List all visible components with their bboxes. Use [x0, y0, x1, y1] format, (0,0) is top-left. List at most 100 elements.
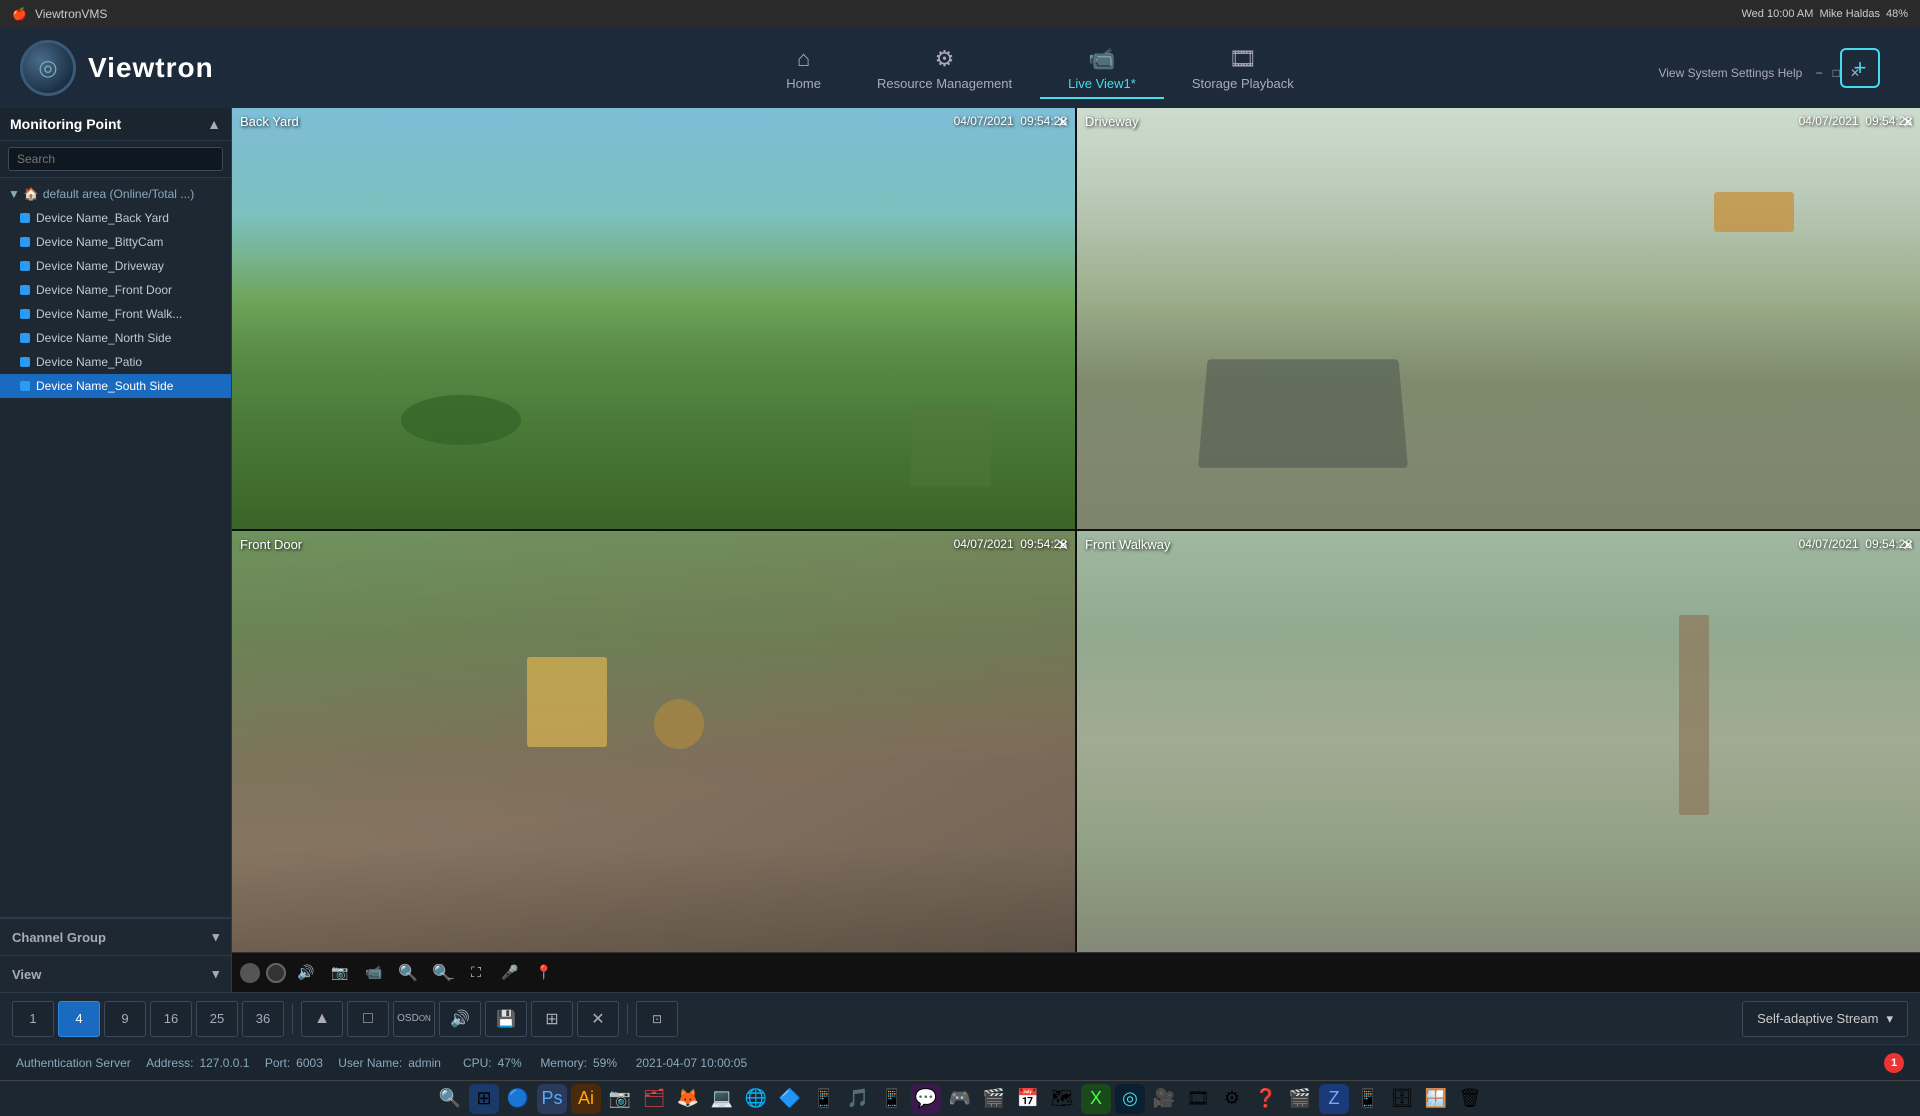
audio-btn[interactable]: 🔊: [292, 959, 320, 987]
single-screen-btn[interactable]: □: [347, 1001, 389, 1037]
dock-excel[interactable]: X: [1081, 1084, 1111, 1114]
help-text[interactable]: View System Settings Help − □ ✕: [1658, 66, 1860, 80]
channel-group-item[interactable]: Channel Group ▾: [0, 918, 231, 955]
tour-btn[interactable]: ▲: [301, 1001, 343, 1037]
video-controls-bar: 🔊 📷 📹 🔍 −🔍 ⛶ 🎤 📍: [232, 952, 1920, 992]
tree-device-item[interactable]: Device Name_North Side: [0, 326, 231, 350]
grid-view-btn[interactable]: ⊞: [531, 1001, 573, 1037]
dock-trash[interactable]: 🗑: [1455, 1084, 1485, 1114]
dock-launchpad[interactable]: ⊞: [469, 1084, 499, 1114]
dock-zoom[interactable]: Z: [1319, 1084, 1349, 1114]
nav-resource-label: Resource Management: [877, 76, 1012, 91]
sidebar-collapse-btn[interactable]: ▲: [207, 116, 221, 132]
location-btn[interactable]: 📍: [530, 959, 558, 987]
dock-appstore[interactable]: 📱: [877, 1084, 907, 1114]
window-close-btn[interactable]: ✕: [1850, 66, 1860, 80]
datetime-value: 2021-04-07 10:00:05: [636, 1056, 747, 1070]
apple-icon[interactable]: 🍎: [12, 7, 27, 21]
layout-4-btn[interactable]: 4: [58, 1001, 100, 1037]
fullscreen-btn[interactable]: ⛶: [462, 959, 490, 987]
snapshot-all-btn[interactable]: ⊡: [636, 1001, 678, 1037]
dock-edge[interactable]: 🔷: [775, 1084, 805, 1114]
record-btn[interactable]: 📹: [360, 959, 388, 987]
dock-system[interactable]: 🔵: [503, 1084, 533, 1114]
cell-backyard-close[interactable]: ✕: [1057, 114, 1069, 131]
view-item[interactable]: View ▾: [0, 955, 231, 992]
port-label: Port:: [265, 1056, 290, 1070]
mic-btn[interactable]: 🎤: [496, 959, 524, 987]
cell-driveway-close[interactable]: ✕: [1902, 114, 1914, 131]
dock-music[interactable]: 🎵: [843, 1084, 873, 1114]
nav-playback[interactable]: 🎞 Storage Playback: [1164, 38, 1322, 99]
video-cell-frontdoor[interactable]: Front Door 04/07/2021 09:54:28 ✕: [232, 531, 1075, 952]
layout-1-btn[interactable]: 1: [12, 1001, 54, 1037]
dock-terminal[interactable]: 💻: [707, 1084, 737, 1114]
dock-slack[interactable]: 💬: [911, 1084, 941, 1114]
nav-resource[interactable]: ⚙ Resource Management: [849, 38, 1040, 99]
nav-home[interactable]: ⌂ Home: [758, 38, 849, 99]
tree-device-item[interactable]: Device Name_BittyCam: [0, 230, 231, 254]
cell-frontdoor-close[interactable]: ✕: [1057, 537, 1069, 554]
dock-windows[interactable]: 🪟: [1421, 1084, 1451, 1114]
cpu-label: CPU:: [463, 1056, 492, 1070]
tree-device-item[interactable]: Device Name_Patio: [0, 350, 231, 374]
close-all-btn[interactable]: ✕: [577, 1001, 619, 1037]
layout-25-btn[interactable]: 25: [196, 1001, 238, 1037]
dock-iphone[interactable]: 📱: [1353, 1084, 1383, 1114]
window-max-btn[interactable]: □: [1833, 66, 1840, 80]
resource-icon: ⚙: [935, 46, 955, 72]
dock-handbrake[interactable]: 🎞: [1183, 1084, 1213, 1114]
zoom-out-btn[interactable]: −🔍: [428, 959, 456, 987]
dock-ai[interactable]: Ai: [571, 1084, 601, 1114]
dock-help[interactable]: ❓: [1251, 1084, 1281, 1114]
cell-walkway-close[interactable]: ✕: [1902, 537, 1914, 554]
dock-ftp[interactable]: 🗄: [1387, 1084, 1417, 1114]
dock-maps[interactable]: 🗺: [1047, 1084, 1077, 1114]
dock-pref[interactable]: ⚙: [1217, 1084, 1247, 1114]
dock-obs[interactable]: 🎥: [1149, 1084, 1179, 1114]
dock-finder[interactable]: 🔍: [435, 1084, 465, 1114]
dock-chrome[interactable]: 🌐: [741, 1084, 771, 1114]
dock-photos[interactable]: 📷: [605, 1084, 635, 1114]
osd-btn[interactable]: OSDON: [393, 1001, 435, 1037]
stop-btn[interactable]: [266, 963, 286, 983]
layout-9-btn[interactable]: 9: [104, 1001, 146, 1037]
layout-36-btn[interactable]: 36: [242, 1001, 284, 1037]
layout-16-btn[interactable]: 16: [150, 1001, 192, 1037]
dock-filezilla[interactable]: 🗂: [639, 1084, 669, 1114]
tree-device-item[interactable]: Device Name_Front Door: [0, 278, 231, 302]
main-layout: Monitoring Point ▲ ▼ 🏠 default area (Onl…: [0, 108, 1920, 992]
dock-viewtron[interactable]: ◎: [1115, 1084, 1145, 1114]
tree-device-item[interactable]: Device Name_Front Walk...: [0, 302, 231, 326]
channel-group-label: Channel Group: [12, 930, 106, 945]
audio-all-btn[interactable]: 🔊: [439, 1001, 481, 1037]
video-cell-driveway[interactable]: Driveway 04/07/2021 09:54:28 ✕: [1077, 108, 1920, 529]
window-min-btn[interactable]: −: [1816, 66, 1823, 80]
nav-live[interactable]: 📹 Live View1*: [1040, 38, 1164, 99]
video-cell-walkway[interactable]: Front Walkway 04/07/2021 09:54:28 ✕: [1077, 531, 1920, 952]
device-label: Device Name_Driveway: [36, 259, 164, 273]
dock-browser[interactable]: 🦊: [673, 1084, 703, 1114]
dock-media[interactable]: 🎬: [979, 1084, 1009, 1114]
tree-device-item[interactable]: Device Name_South Side: [0, 374, 231, 398]
cpu-value: 47%: [498, 1056, 522, 1070]
app-menu-name[interactable]: ViewtronVMS: [35, 7, 107, 21]
cam-dot-icon: [20, 237, 30, 247]
cam-dot-icon: [20, 381, 30, 391]
dock-calendar[interactable]: 📅: [1013, 1084, 1043, 1114]
tree-device-item[interactable]: Device Name_Back Yard: [0, 206, 231, 230]
record-all-btn[interactable]: 💾: [485, 1001, 527, 1037]
tree-device-item[interactable]: Device Name_Driveway: [0, 254, 231, 278]
dock-quicktime[interactable]: 🎬: [1285, 1084, 1315, 1114]
tree-root-item[interactable]: ▼ 🏠 default area (Online/Total ...): [0, 182, 231, 206]
snapshot-btn[interactable]: 📷: [326, 959, 354, 987]
dock-mail[interactable]: 📱: [809, 1084, 839, 1114]
video-cell-backyard[interactable]: Back Yard 04/07/2021 09:54:28 ✕: [232, 108, 1075, 529]
search-input[interactable]: [8, 147, 223, 171]
dock-ps[interactable]: Ps: [537, 1084, 567, 1114]
stream-select[interactable]: Self-adaptive Stream ▾: [1742, 1001, 1908, 1037]
zoom-in-btn[interactable]: 🔍: [394, 959, 422, 987]
alert-badge[interactable]: 1: [1884, 1053, 1904, 1073]
dock-game[interactable]: 🎮: [945, 1084, 975, 1114]
cell-walkway-label: Front Walkway: [1085, 537, 1170, 552]
